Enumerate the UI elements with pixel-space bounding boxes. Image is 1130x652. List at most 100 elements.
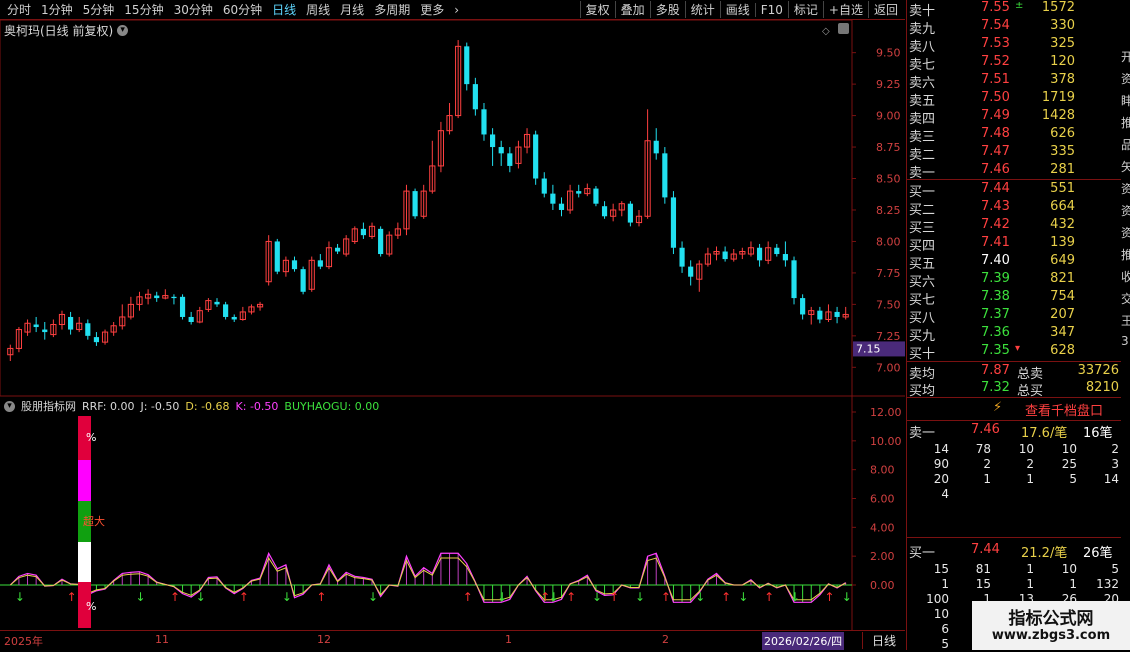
level-volume: 139 [1050,235,1075,250]
chevron-right-icon[interactable]: › [449,3,464,17]
period-tab[interactable]: 5分钟 [78,1,120,18]
candle-body [756,247,763,261]
period-label[interactable]: 日线 [862,632,905,649]
toolbar-button[interactable]: 叠加 [614,1,650,18]
order-level[interactable]: 卖六 7.51 378 [907,72,1122,91]
order-level[interactable]: 买一 7.44 551 [907,181,1122,200]
detail-cell: 1 [1026,472,1034,486]
order-level[interactable]: 卖七 7.52 120 [907,54,1122,73]
order-level[interactable]: 买五 7.40 649 [907,253,1122,272]
time-label: 12 [317,633,331,646]
time-label: 2025年 [4,635,43,648]
period-tab[interactable]: 周线 [301,1,335,18]
order-level[interactable]: 卖九 7.54 330 [907,18,1122,37]
settings-icon [838,23,849,34]
period-tab[interactable]: 60分钟 [218,1,267,18]
candle-body [154,295,160,299]
sell-arrow-icon: ↓ [842,590,852,604]
sell-arrow-icon: ↓ [635,590,645,604]
order-level[interactable]: 买四 7.41 139 [907,235,1122,254]
order-level[interactable]: 买八 7.37 207 [907,307,1122,326]
period-tab[interactable]: 更多 [415,1,449,18]
candle-body [576,191,582,194]
level-label: 买九 [909,329,936,344]
level-volume: 281 [1050,162,1075,177]
order-level[interactable]: 卖三 7.48 626 [907,126,1122,145]
detail-row: 15 81 1 10 5 [907,562,1122,577]
time-label: 11 [155,633,169,646]
level-price: 7.43 [981,199,1010,214]
buy-arrow-icon: ↑ [316,590,326,604]
level-price: 7.39 [981,271,1010,286]
indicator-value: J: -0.50 [140,399,180,413]
detail-per: 17.6/笔 [1021,426,1068,441]
order-level[interactable]: 卖八 7.53 325 [907,36,1122,55]
y-tick-label: 9.00 [876,110,901,123]
side-strip-char: 王 [1121,314,1130,328]
ind-y-tick-label: 12.00 [870,406,902,419]
toolbar-button[interactable]: 复权 [579,1,615,18]
order-level[interactable]: 卖一 7.46 281 [907,162,1122,181]
level-volume: 626 [1050,126,1075,141]
y-tick-label: 7.25 [876,330,901,343]
candle-body [498,147,504,154]
period-tab[interactable]: 多周期 [369,1,415,18]
order-level[interactable]: 卖十 7.55 1572 ± [907,0,1122,19]
ind-y-tick-label: 4.00 [870,521,895,534]
candle-body [291,260,298,270]
order-level[interactable]: 买十 7.35 628 ▾ [907,343,1122,362]
toolbar-button[interactable]: 画线 [719,1,755,18]
order-level[interactable]: 卖五 7.50 1719 [907,90,1122,109]
sell-arrow-icon: ↓ [738,590,748,604]
order-level[interactable]: 买九 7.36 347 [907,325,1122,344]
y-tick-label: 7.75 [876,267,901,280]
summary-price: 7.87 [981,363,1010,378]
detail-count: 26笔 [1083,546,1113,561]
level-price: 7.42 [981,217,1010,232]
side-strip-char: 品 [1121,138,1130,152]
buy-arrow-icon: ↑ [824,590,834,604]
indicator-chevron-icon[interactable]: ▾ [4,400,15,412]
detail-header: 买一 7.44 21.2/笔 26笔 [907,542,1122,561]
order-level[interactable]: 卖二 7.47 335 [907,144,1122,163]
order-level[interactable]: 买六 7.39 821 [907,271,1122,290]
order-level[interactable]: 卖四 7.49 1428 [907,108,1122,127]
level-label: 卖五 [909,94,936,109]
bar-label-bottom: % [86,600,96,613]
indicator-name[interactable]: 股朋指标网 [21,398,76,414]
toolbar-button[interactable]: F10 [754,2,788,17]
level-volume: 551 [1050,181,1075,196]
toolbar-button[interactable]: +自选 [822,1,868,18]
level-volume: 347 [1050,325,1075,340]
candle-body [601,206,608,217]
toolbar-button[interactable]: 标记 [787,1,823,18]
period-tab[interactable]: 月线 [335,1,369,18]
period-tab[interactable]: 1分钟 [36,1,78,18]
chevron-down-icon[interactable]: ▾ [117,25,129,36]
kline-chart[interactable]: 9.50 9.25 9.00 8.75 8.50 8.25 8.00 7.75 7.50 7.25… [0,20,905,630]
order-level[interactable]: 买七 7.38 754 [907,289,1122,308]
detail-header: 卖一 7.46 17.6/笔 16笔 [907,422,1122,441]
toolbar-button[interactable]: 返回 [867,1,903,18]
side-strip-char: 交 [1121,292,1130,306]
time-label: 1 [505,633,512,646]
candle-body [464,46,470,85]
qianpan-label[interactable]: 查看千档盘口 [1025,400,1103,419]
period-tab[interactable]: 15分钟 [119,1,168,18]
order-level[interactable]: 买二 7.43 664 [907,199,1122,218]
detail-cell: 100 [926,592,949,606]
toolbar-button[interactable]: 多股 [649,1,685,18]
candle-body [68,316,74,330]
detail-label: 卖一 [909,426,936,441]
toolbar-button[interactable]: 统计 [684,1,720,18]
qianpan-link[interactable]: ⚡ 查看千档盘口 [907,398,1122,420]
period-tab[interactable]: 30分钟 [169,1,218,18]
period-tab[interactable]: 分时 [2,1,36,18]
period-toolbar: 分时 1分钟 5分钟 15分钟 30分钟 60分钟 日线 周线 月线 多周期 更多 › 复权 叠加 多股统… [0,0,905,20]
period-tab[interactable]: 日线 [267,1,301,18]
level-volume: 628 [1050,343,1075,358]
ind-y-tick-label: 6.00 [870,493,895,506]
level-label: 卖十 [909,4,936,19]
function-tabs: 复权 叠加 多股 统计 画线 F10 标记 +自选 返回 [579,0,903,19]
order-level[interactable]: 买三 7.42 432 [907,217,1122,236]
